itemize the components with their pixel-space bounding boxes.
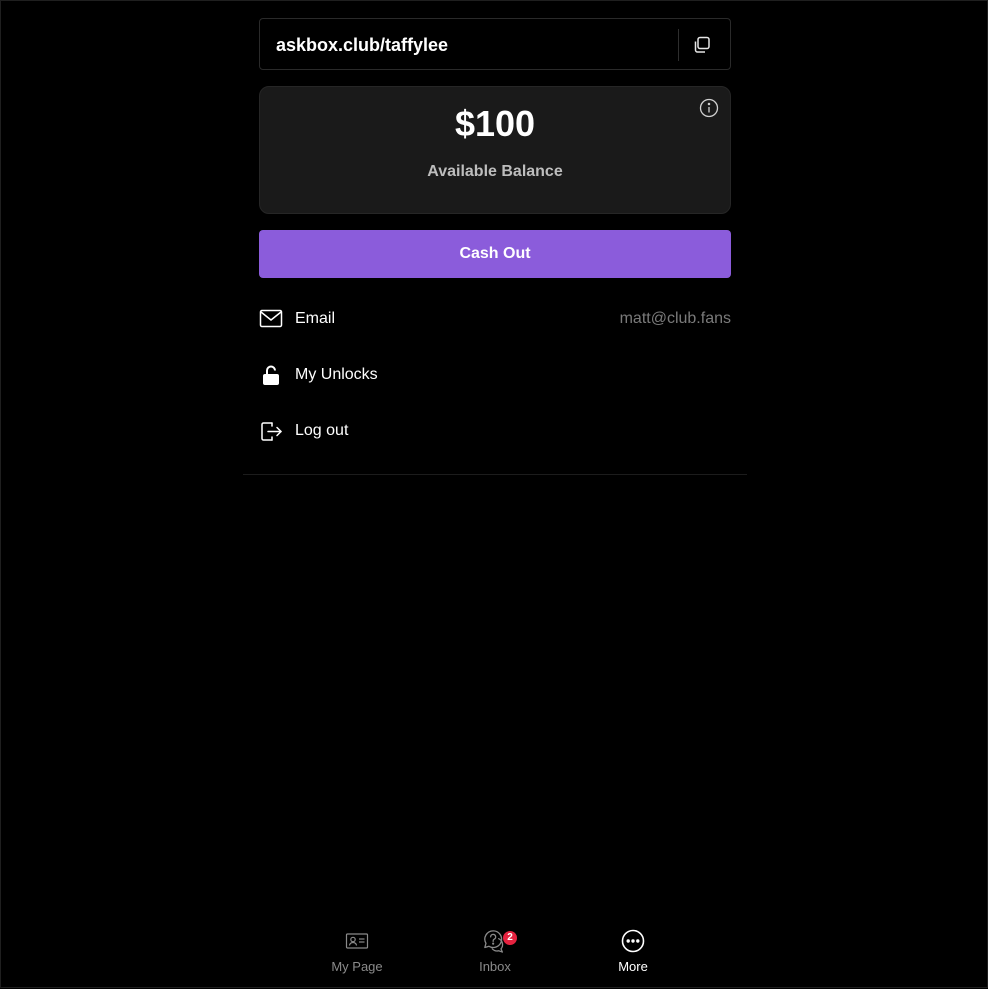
nav-item-my-page[interactable]: My Page <box>307 921 407 981</box>
cash-out-button[interactable]: Cash Out <box>259 230 731 278</box>
nav-label: More <box>618 959 648 974</box>
info-icon[interactable] <box>699 98 719 118</box>
balance-amount: $100 <box>454 103 536 144</box>
nav-label: Inbox <box>479 959 511 974</box>
menu-item-log-out[interactable]: Log out <box>259 411 731 451</box>
nav-label: My Page <box>331 959 383 974</box>
copy-icon[interactable] <box>692 35 712 55</box>
balance-card: $100 Available Balance <box>259 86 731 214</box>
menu-item-email[interactable]: Email matt@club.fans <box>259 299 731 339</box>
menu-divider <box>243 474 747 475</box>
mail-icon <box>259 307 283 331</box>
menu-item-my-unlocks[interactable]: My Unlocks <box>259 355 731 395</box>
logout-icon <box>259 419 283 443</box>
email-value: matt@club.fans <box>619 310 731 327</box>
app-container: askbox.club/taffylee $100 Available Bala… <box>243 1 747 989</box>
nav-item-inbox[interactable]: 2 Inbox <box>445 921 545 981</box>
profile-link-box: askbox.club/taffylee <box>259 18 731 70</box>
balance-label: Available Balance <box>427 163 563 180</box>
nav-item-more[interactable]: More <box>583 921 683 981</box>
profile-card-icon <box>345 929 369 953</box>
more-icon <box>621 929 645 953</box>
profile-link-text[interactable]: askbox.club/taffylee <box>276 19 448 71</box>
menu-item-label: Log out <box>295 422 349 439</box>
link-divider <box>678 29 679 61</box>
bottom-nav: My Page 2 Inbox More <box>243 921 747 989</box>
inbox-badge: 2 <box>503 931 517 945</box>
unlock-icon <box>259 363 283 387</box>
menu-item-label: My Unlocks <box>295 366 378 383</box>
menu-item-label: Email <box>295 310 336 327</box>
